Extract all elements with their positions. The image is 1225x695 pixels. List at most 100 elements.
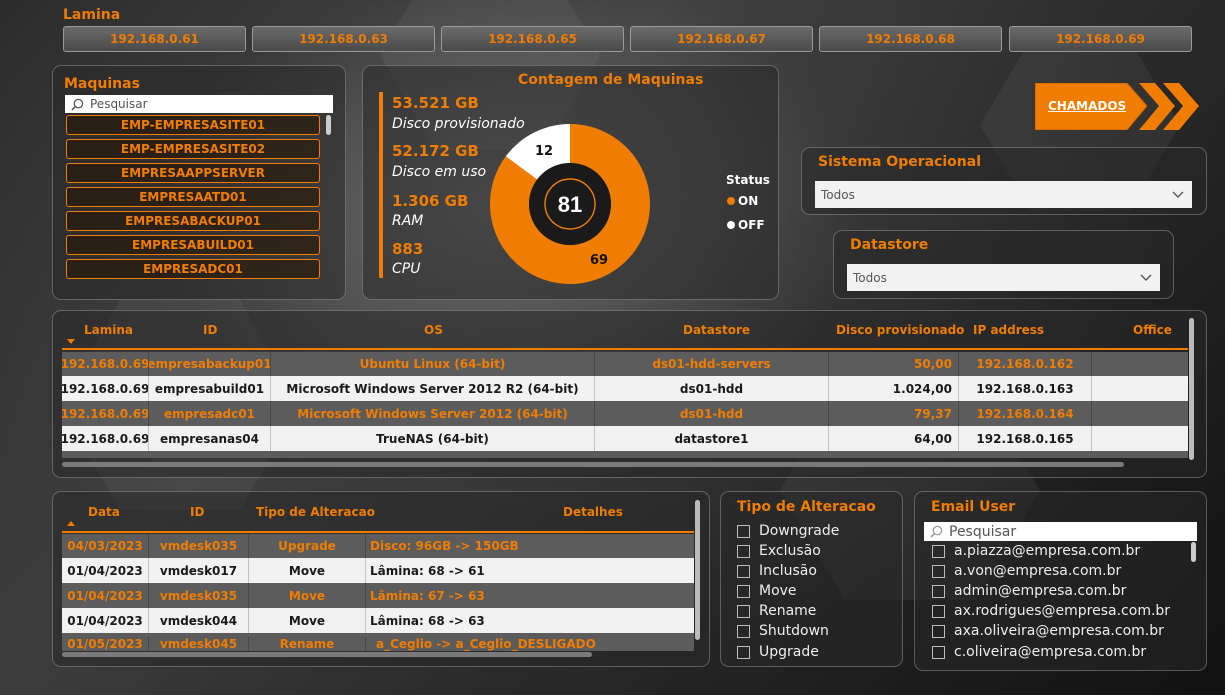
lamina-ip-button[interactable]: 192.168.0.63 <box>252 26 435 52</box>
col-header-ip[interactable]: IP address <box>973 323 1044 337</box>
lamina-ip-button[interactable]: 192.168.0.67 <box>630 26 813 52</box>
checkbox[interactable] <box>737 584 750 598</box>
cell-id: vmdesk044 <box>149 608 249 633</box>
tipo-option[interactable]: Exclusão <box>737 543 821 559</box>
checkbox[interactable] <box>932 544 945 558</box>
tipo-option[interactable]: Downgrade <box>737 523 839 539</box>
status-donut-chart: 81 12 69 <box>490 124 650 284</box>
email-option[interactable]: axa.oliveira@empresa.com.br <box>932 623 1164 639</box>
table-row[interactable]: 01/04/2023 vmdesk044 Move Lâmina: 68 -> … <box>62 608 694 633</box>
table-row[interactable]: 01/04/2023 vmdesk017 Move Lâmina: 68 -> … <box>62 558 694 583</box>
tipo-option[interactable]: Inclusão <box>737 563 817 579</box>
cell-id: empresanas04 <box>149 426 271 451</box>
checkbox[interactable] <box>932 645 945 659</box>
col-header-data[interactable]: Data <box>88 505 120 519</box>
tipo-option[interactable]: Upgrade <box>737 644 819 660</box>
datastore-dropdown[interactable]: Todos <box>847 264 1160 291</box>
cell-office <box>1092 352 1188 376</box>
col-header-change-id[interactable]: ID <box>190 505 204 519</box>
table-row[interactable]: 192.168.0.69 empresabackup01 Ubuntu Linu… <box>62 352 1188 376</box>
cell-os: Microsoft Windows Server 2012 R2 (64-bit… <box>271 376 595 401</box>
table-row[interactable]: 01/04/2023 vmdesk035 Move Lâmina: 67 -> … <box>62 583 694 608</box>
col-header-os[interactable]: OS <box>424 323 443 337</box>
maquinas-title: Maquinas <box>64 76 140 92</box>
machine-item[interactable]: EMPRESAATD01 <box>66 187 320 207</box>
machine-item[interactable]: EMP-EMPRESASITE01 <box>66 115 320 135</box>
checkbox[interactable] <box>737 624 750 638</box>
checkbox[interactable] <box>737 544 750 558</box>
sistema-operacional-dropdown[interactable]: Todos <box>815 181 1192 208</box>
ram-value: 1.306 GB <box>392 192 469 210</box>
machine-item[interactable]: EMPRESAAPPSERVER <box>66 163 320 183</box>
legend-on-label: ON <box>738 194 759 208</box>
cell-id: vmdesk035 <box>149 583 249 608</box>
email-search-input[interactable]: Pesquisar <box>924 522 1197 541</box>
email-option[interactable]: a.piazza@empresa.com.br <box>932 543 1140 559</box>
checkbox[interactable] <box>737 604 750 618</box>
checkbox[interactable] <box>932 584 945 598</box>
tipo-option-label: Shutdown <box>759 623 829 639</box>
machines-table-hscrollbar[interactable] <box>62 462 1124 467</box>
legend-off[interactable]: OFF <box>727 218 765 232</box>
checkbox[interactable] <box>737 564 750 578</box>
email-scrollbar[interactable] <box>1191 542 1196 562</box>
table-row[interactable]: 01/05/2023 vmdesk045 Rename a_Ceglio -> … <box>62 633 694 651</box>
table-row[interactable]: 192.168.0.69 empresadc01 Microsoft Windo… <box>62 401 1188 426</box>
email-option-label: c.oliveira@empresa.com.br <box>954 644 1147 660</box>
email-option[interactable]: ax.rodrigues@empresa.com.br <box>932 603 1170 619</box>
col-header-id[interactable]: ID <box>203 323 217 337</box>
cell-disco: 1.024,00 <box>829 376 959 401</box>
lamina-ip-button[interactable]: 192.168.0.65 <box>441 26 624 52</box>
tipo-option[interactable]: Move <box>737 583 797 599</box>
machine-item[interactable]: EMP-EMPRESASITE02 <box>66 139 320 159</box>
col-header-lamina[interactable]: Lamina <box>84 323 133 337</box>
machines-table-vscrollbar[interactable] <box>1189 318 1194 460</box>
email-option[interactable]: admin@empresa.com.br <box>932 583 1126 599</box>
lamina-ip-button[interactable]: 192.168.0.68 <box>819 26 1002 52</box>
cell-tipo: Move <box>249 583 366 608</box>
tipo-option-label: Upgrade <box>759 644 819 660</box>
cell-office <box>1092 401 1188 426</box>
tipo-option[interactable]: Shutdown <box>737 623 829 639</box>
checkbox[interactable] <box>932 604 945 618</box>
machine-item[interactable]: EMPRESABACKUP01 <box>66 211 320 231</box>
table-row[interactable]: 192.168.0.69 empresabuild01 Microsoft Wi… <box>62 376 1188 401</box>
col-header-detalhes[interactable]: Detalhes <box>563 505 623 519</box>
table-row[interactable]: 04/03/2023 vmdesk035 Upgrade Disco: 96GB… <box>62 534 694 558</box>
col-header-tipo[interactable]: Tipo de Alteracao <box>256 505 375 519</box>
chamados-button[interactable]: CHAMADOS <box>1035 83 1200 130</box>
sistema-operacional-title: Sistema Operacional <box>818 154 982 170</box>
lamina-ip-button[interactable]: 192.168.0.69 <box>1009 26 1192 52</box>
tipo-option[interactable]: Rename <box>737 603 816 619</box>
cell-lamina: 192.168.0.69 <box>62 352 149 376</box>
cell-tipo: Move <box>249 608 366 633</box>
lamina-title: Lamina <box>63 7 121 23</box>
email-option[interactable]: c.oliveira@empresa.com.br <box>932 644 1146 660</box>
col-header-datastore[interactable]: Datastore <box>683 323 750 337</box>
maquinas-search-input[interactable]: Pesquisar <box>65 95 333 113</box>
search-icon <box>930 525 943 538</box>
email-user-title: Email User <box>931 499 1016 515</box>
machine-item[interactable]: EMPRESADC01 <box>66 259 320 279</box>
checkbox[interactable] <box>932 624 945 638</box>
cell-disco: 79,37 <box>829 401 959 426</box>
cell-data: 01/04/2023 <box>62 608 149 633</box>
cell-detalhes: Disco: 96GB -> 150GB <box>370 539 519 553</box>
col-header-office[interactable]: Office <box>1133 323 1172 337</box>
legend-on[interactable]: ON <box>727 194 758 208</box>
checkbox[interactable] <box>737 524 750 538</box>
legend-off-marker <box>727 221 735 229</box>
email-option[interactable]: a.von@empresa.com.br <box>932 563 1121 579</box>
cell-lamina: 192.168.0.69 <box>62 426 149 451</box>
table-row[interactable]: 192.168.0.69 empresanas04 TrueNAS (64-bi… <box>62 426 1188 451</box>
maquinas-scrollbar[interactable] <box>326 115 331 135</box>
machine-item[interactable]: EMPRESABUILD01 <box>66 235 320 255</box>
lamina-ip-button[interactable]: 192.168.0.61 <box>63 26 246 52</box>
cell-datastore: ds01-hdd <box>595 401 829 426</box>
donut-on-label: 69 <box>590 253 608 268</box>
changes-table-hscrollbar[interactable] <box>62 652 592 657</box>
checkbox[interactable] <box>932 564 945 578</box>
changes-table-vscrollbar[interactable] <box>695 500 700 640</box>
checkbox[interactable] <box>737 645 750 659</box>
col-header-disco[interactable]: Disco provisionado <box>836 323 964 337</box>
